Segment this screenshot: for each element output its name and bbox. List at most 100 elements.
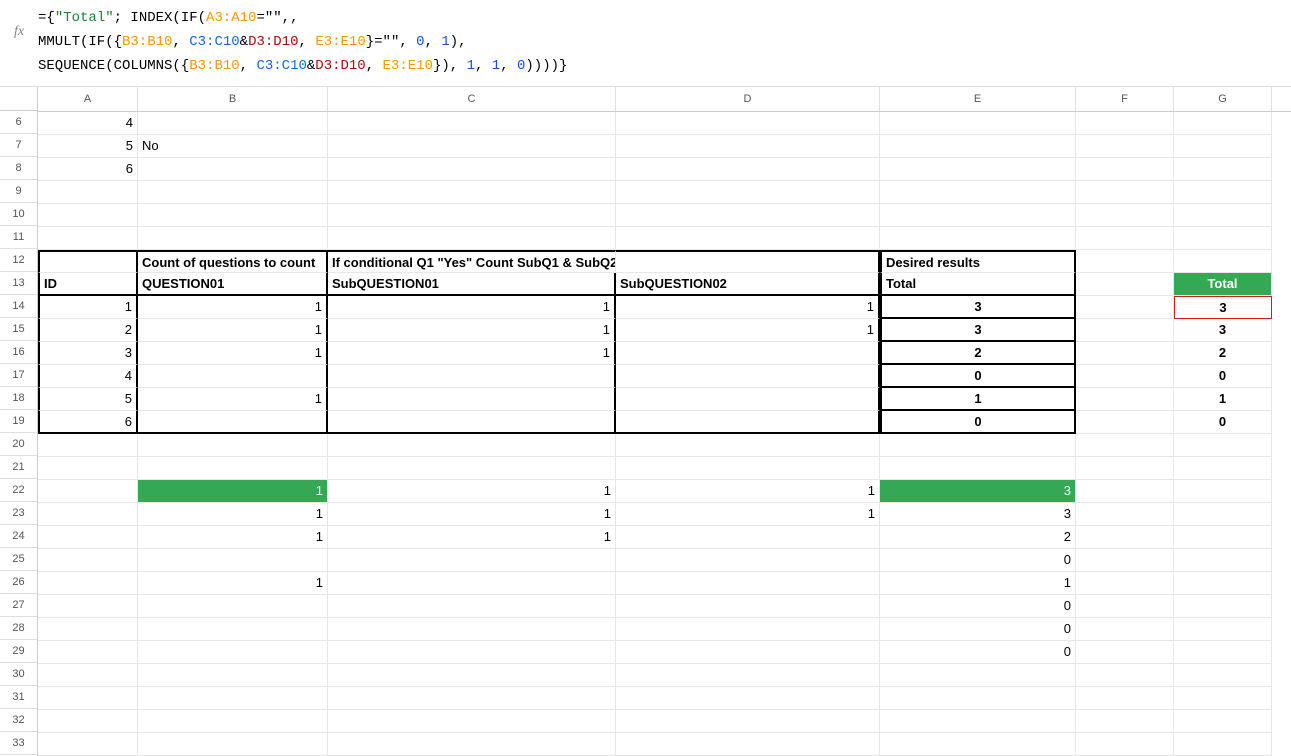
- cell[interactable]: [1174, 227, 1272, 250]
- cell[interactable]: [328, 365, 616, 388]
- cell[interactable]: [880, 664, 1076, 687]
- cell[interactable]: [1076, 595, 1174, 618]
- cell[interactable]: [328, 687, 616, 710]
- cell[interactable]: [1174, 135, 1272, 158]
- cell[interactable]: [138, 710, 328, 733]
- row-header[interactable]: 20: [0, 433, 37, 456]
- cell[interactable]: [616, 158, 880, 181]
- cell[interactable]: [1076, 181, 1174, 204]
- col-header[interactable]: F: [1076, 87, 1174, 111]
- cell[interactable]: [1174, 457, 1272, 480]
- cell[interactable]: [328, 457, 616, 480]
- cell[interactable]: 0: [1174, 411, 1272, 434]
- cell[interactable]: [1174, 204, 1272, 227]
- cell[interactable]: [616, 595, 880, 618]
- cell[interactable]: [1076, 365, 1174, 388]
- cell[interactable]: 2: [38, 319, 138, 342]
- cell[interactable]: [328, 572, 616, 595]
- col-header[interactable]: A: [38, 87, 138, 111]
- cell[interactable]: [880, 135, 1076, 158]
- cell[interactable]: [1076, 158, 1174, 181]
- cell[interactable]: [1076, 135, 1174, 158]
- cell[interactable]: [38, 434, 138, 457]
- cell[interactable]: [1076, 733, 1174, 756]
- cell[interactable]: [1076, 411, 1174, 434]
- cell[interactable]: 3: [880, 296, 1076, 319]
- cell[interactable]: [328, 664, 616, 687]
- formula-result-header[interactable]: Total: [1174, 273, 1272, 296]
- cell[interactable]: [328, 135, 616, 158]
- row-header[interactable]: 12: [0, 249, 37, 272]
- cell[interactable]: 1: [328, 503, 616, 526]
- cell[interactable]: 2: [880, 526, 1076, 549]
- cell[interactable]: [328, 710, 616, 733]
- cell[interactable]: [38, 526, 138, 549]
- cell[interactable]: [138, 618, 328, 641]
- row-header[interactable]: 33: [0, 732, 37, 755]
- cell[interactable]: 1: [328, 480, 616, 503]
- row-header[interactable]: 19: [0, 410, 37, 433]
- row-header[interactable]: 32: [0, 709, 37, 732]
- cell[interactable]: [138, 227, 328, 250]
- cell[interactable]: [1076, 572, 1174, 595]
- cell[interactable]: 1: [328, 526, 616, 549]
- cell[interactable]: [1174, 526, 1272, 549]
- cell[interactable]: 1: [138, 480, 328, 503]
- cell[interactable]: 1: [1174, 388, 1272, 411]
- cell[interactable]: [616, 710, 880, 733]
- cell[interactable]: [328, 227, 616, 250]
- cell[interactable]: [616, 434, 880, 457]
- cell[interactable]: [1174, 112, 1272, 135]
- cell[interactable]: [38, 250, 138, 273]
- cell[interactable]: ID: [38, 273, 138, 296]
- row-header[interactable]: 10: [0, 203, 37, 226]
- cell[interactable]: [138, 595, 328, 618]
- cell[interactable]: Count of questions to count: [138, 250, 328, 273]
- cell[interactable]: [1174, 158, 1272, 181]
- cell[interactable]: 0: [880, 618, 1076, 641]
- cell[interactable]: 4: [38, 112, 138, 135]
- col-header[interactable]: B: [138, 87, 328, 111]
- cell[interactable]: [1174, 250, 1272, 273]
- cell[interactable]: 6: [38, 158, 138, 181]
- cell[interactable]: 1: [616, 503, 880, 526]
- cell[interactable]: Desired results: [880, 250, 1076, 273]
- row-header[interactable]: 6: [0, 111, 37, 134]
- cell[interactable]: [328, 112, 616, 135]
- cell[interactable]: 0: [880, 595, 1076, 618]
- cell[interactable]: [1174, 434, 1272, 457]
- cell[interactable]: [616, 641, 880, 664]
- cell[interactable]: No: [138, 135, 328, 158]
- row-header[interactable]: 22: [0, 479, 37, 502]
- cell[interactable]: SubQUESTION01: [328, 273, 616, 296]
- cell[interactable]: 3: [38, 342, 138, 365]
- cell[interactable]: 1: [138, 526, 328, 549]
- cell[interactable]: [1076, 342, 1174, 365]
- cell[interactable]: [1076, 710, 1174, 733]
- cell[interactable]: [1174, 503, 1272, 526]
- cell[interactable]: [880, 710, 1076, 733]
- cell[interactable]: 0: [880, 549, 1076, 572]
- cell[interactable]: [1076, 296, 1174, 319]
- spreadsheet-grid[interactable]: 6 7 8 9 10 11 12 13 14 15 16 17 18 19 20…: [0, 87, 1291, 756]
- cell[interactable]: 2: [1174, 342, 1272, 365]
- cell[interactable]: [616, 181, 880, 204]
- cell[interactable]: [616, 733, 880, 756]
- cell[interactable]: [1076, 319, 1174, 342]
- cell[interactable]: [38, 733, 138, 756]
- cell[interactable]: 1: [138, 296, 328, 319]
- row-header[interactable]: 18: [0, 387, 37, 410]
- cell[interactable]: [38, 549, 138, 572]
- cell[interactable]: [616, 388, 880, 411]
- row-header[interactable]: 27: [0, 594, 37, 617]
- cell[interactable]: [328, 733, 616, 756]
- cell[interactable]: [38, 572, 138, 595]
- row-header[interactable]: 14: [0, 295, 37, 318]
- cell[interactable]: 3: [880, 319, 1076, 342]
- cell[interactable]: [1076, 388, 1174, 411]
- cell[interactable]: If conditional Q1 "Yes" Count SubQ1 & Su…: [328, 250, 616, 273]
- cell[interactable]: [138, 411, 328, 434]
- cell[interactable]: 3: [880, 503, 1076, 526]
- cell[interactable]: Total: [880, 273, 1076, 296]
- cell[interactable]: 0: [880, 641, 1076, 664]
